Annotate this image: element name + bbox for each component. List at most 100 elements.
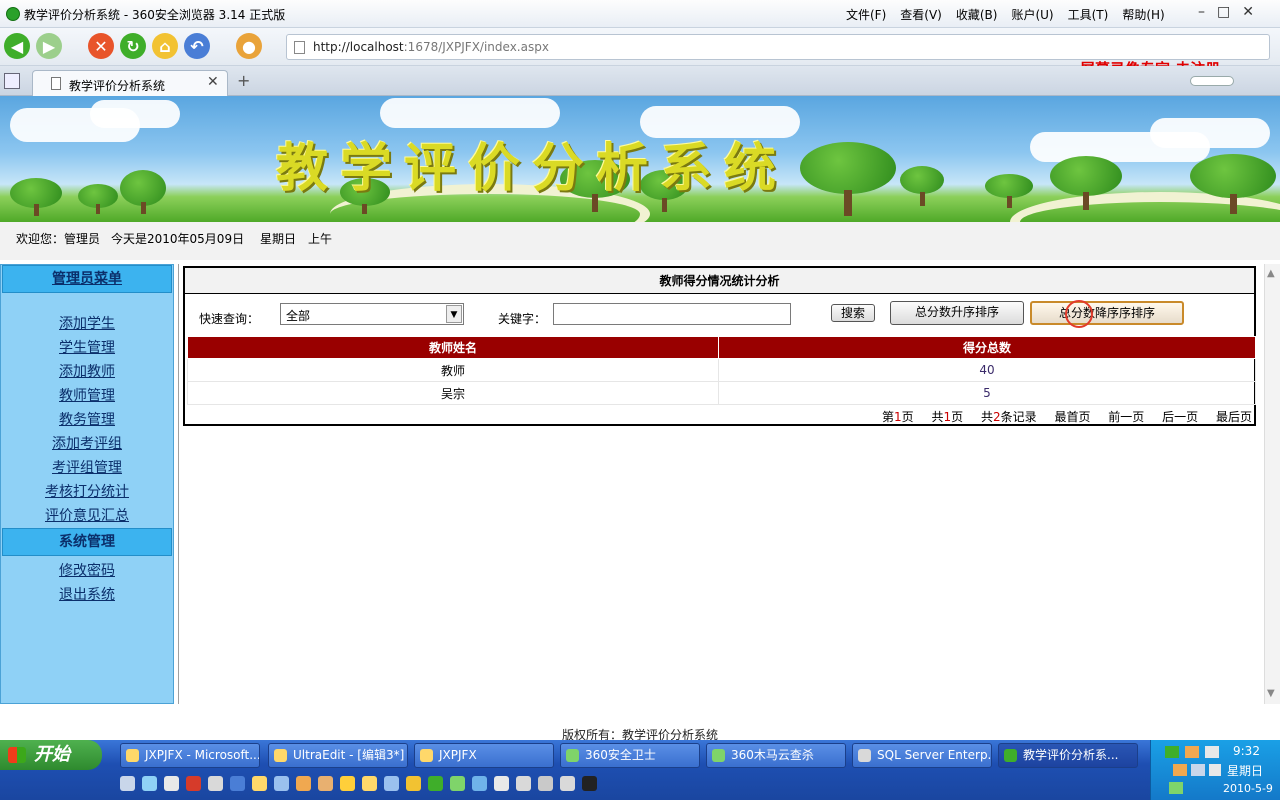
tray-icon[interactable]: [1165, 746, 1179, 758]
search-button[interactable]: 搜索: [831, 304, 875, 322]
welcome-greeting: 欢迎您：管理员: [16, 232, 101, 246]
pager-first-link[interactable]: 最首页: [1054, 410, 1090, 424]
sidebar-item-change-password[interactable]: 修改密码: [1, 560, 173, 580]
quick-launch-icon[interactable]: [164, 776, 179, 791]
quick-launch-icon[interactable]: [340, 776, 355, 791]
tab-active[interactable]: 教学评价分析系统 ✕: [32, 70, 228, 96]
minimize-icon[interactable]: –: [1198, 4, 1205, 20]
quick-launch-icon[interactable]: [582, 776, 597, 791]
volume-icon[interactable]: [1209, 764, 1221, 776]
quick-launch-icon[interactable]: [296, 776, 311, 791]
quick-launch-icon[interactable]: [384, 776, 399, 791]
sidebar-item-student-mgmt[interactable]: 学生管理: [1, 337, 173, 357]
tray-icon[interactable]: [1185, 746, 1199, 758]
home-icon[interactable]: ⌂: [152, 33, 178, 59]
refresh-icon[interactable]: ↻: [120, 33, 146, 59]
network-icon[interactable]: [1191, 764, 1205, 776]
menu-account[interactable]: 账户(U): [1011, 6, 1053, 23]
sidebar-item-score-stats[interactable]: 考核打分统计: [1, 481, 173, 501]
tray-icon[interactable]: [1173, 764, 1187, 776]
taskbar-item[interactable]: JXPJFX - Microsoft...: [120, 743, 260, 768]
address-url[interactable]: http://localhost:1678/JXPJFX/index.aspx: [313, 40, 549, 54]
scroll-down-icon[interactable]: ▼: [1267, 688, 1275, 699]
sidebar-item-group-mgmt[interactable]: 考评组管理: [1, 457, 173, 477]
menu-favorites[interactable]: 收藏(B): [956, 6, 998, 23]
undo-icon[interactable]: ↶: [184, 33, 210, 59]
taskbar-item-active[interactable]: 教学评价分析系...: [998, 743, 1138, 768]
new-tab-icon[interactable]: +: [237, 71, 250, 90]
sidebar-item-add-group[interactable]: 添加考评组: [1, 433, 173, 453]
cell-score: 5: [718, 381, 1256, 405]
quick-launch-icon[interactable]: [494, 776, 509, 791]
back-icon[interactable]: ◀: [4, 33, 30, 59]
taskbar-item[interactable]: JXPJFX: [414, 743, 554, 768]
sidebar-item-logout[interactable]: 退出系统: [1, 584, 173, 604]
taskbar-item[interactable]: UltraEdit - [编辑3*]: [268, 743, 408, 768]
column-header-teacher[interactable]: 教师姓名: [187, 336, 719, 359]
scroll-up-icon[interactable]: ▲: [1267, 268, 1275, 279]
quick-launch-icon[interactable]: [208, 776, 223, 791]
tray-icon[interactable]: [1205, 746, 1219, 758]
quick-launch-icon[interactable]: [186, 776, 201, 791]
quick-launch-icon[interactable]: [472, 776, 487, 791]
sort-asc-button[interactable]: 总分数升序排序: [890, 301, 1024, 325]
quick-launch-icon[interactable]: [406, 776, 421, 791]
table-row[interactable]: 教师 40: [187, 358, 1256, 382]
sidebar-header-admin[interactable]: 管理员菜单: [2, 265, 172, 293]
pager-last-link[interactable]: 最后页: [1216, 410, 1252, 424]
app-icon: [274, 749, 287, 762]
sidebar-toggle-icon[interactable]: [4, 73, 20, 89]
sidebar-item-teacher-mgmt[interactable]: 教师管理: [1, 385, 173, 405]
clock-time: 9:32: [1233, 744, 1260, 758]
quick-launch-icon[interactable]: [142, 776, 157, 791]
quick-launch-icon[interactable]: [362, 776, 377, 791]
browser-tabbar: 教学评价分析系统 ✕ +: [0, 66, 1280, 96]
pager-prev-link[interactable]: 前一页: [1108, 410, 1144, 424]
taskbar-item[interactable]: 360木马云查杀: [706, 743, 846, 768]
quick-launch-icon[interactable]: [560, 776, 575, 791]
start-button[interactable]: 开始: [0, 740, 102, 770]
quick-launch-icon[interactable]: [450, 776, 465, 791]
quick-launch-icon[interactable]: [252, 776, 267, 791]
chevron-down-icon[interactable]: ▼: [446, 305, 462, 323]
quick-launch-icon[interactable]: [428, 776, 443, 791]
quick-launch-icon[interactable]: [120, 776, 135, 791]
menu-view[interactable]: 查看(V): [900, 6, 942, 23]
shield-icon[interactable]: [1169, 782, 1183, 794]
table-row[interactable]: 吴宗 5: [187, 381, 1256, 405]
tab-search-pill[interactable]: [1190, 76, 1234, 86]
keyword-input[interactable]: [553, 303, 791, 325]
quick-launch-icon[interactable]: [274, 776, 289, 791]
maximize-icon[interactable]: □: [1217, 4, 1230, 20]
sidebar-item-add-student[interactable]: 添加学生: [1, 313, 173, 333]
menu-file[interactable]: 文件(F): [846, 6, 886, 23]
menu-tools[interactable]: 工具(T): [1068, 6, 1109, 23]
windows-logo-icon: [8, 747, 26, 763]
system-tray: 9:32 星期日 2010-5-9: [1150, 740, 1280, 800]
pager-next-link[interactable]: 后一页: [1162, 410, 1198, 424]
sort-desc-button[interactable]: 总分数降序序排序: [1030, 301, 1184, 325]
forward-icon[interactable]: ▶: [36, 33, 62, 59]
taskbar-item[interactable]: 360安全卫士: [560, 743, 700, 768]
tab-close-icon[interactable]: ✕: [207, 74, 219, 90]
sidebar-item-feedback-summary[interactable]: 评价意见汇总: [1, 505, 173, 525]
stop-icon[interactable]: ✕: [88, 33, 114, 59]
quick-launch-icon[interactable]: [516, 776, 531, 791]
close-icon[interactable]: ✕: [1242, 4, 1254, 20]
quick-launch-icon[interactable]: [230, 776, 245, 791]
quick-launch-bar: [120, 776, 597, 791]
quick-query-select[interactable]: 全部 ▼: [280, 303, 464, 325]
paw-icon[interactable]: ●: [236, 33, 262, 59]
menu-help[interactable]: 帮助(H): [1122, 6, 1164, 23]
content-scrollbar[interactable]: ▲ ▼: [1264, 264, 1280, 704]
taskbar-item[interactable]: SQL Server Enterp...: [852, 743, 992, 768]
mouse-cursor-highlight: [1065, 300, 1093, 328]
sidebar-item-academic-mgmt[interactable]: 教务管理: [1, 409, 173, 429]
sidebar-item-add-teacher[interactable]: 添加教师: [1, 361, 173, 381]
column-header-score[interactable]: 得分总数: [718, 336, 1256, 359]
cloud: [380, 98, 560, 128]
address-bar[interactable]: http://localhost:1678/JXPJFX/index.aspx: [286, 34, 1270, 60]
quick-launch-icon[interactable]: [538, 776, 553, 791]
quick-launch-icon[interactable]: [318, 776, 333, 791]
window-title: 教学评价分析系统 - 360安全浏览器 3.14 正式版: [24, 8, 286, 22]
